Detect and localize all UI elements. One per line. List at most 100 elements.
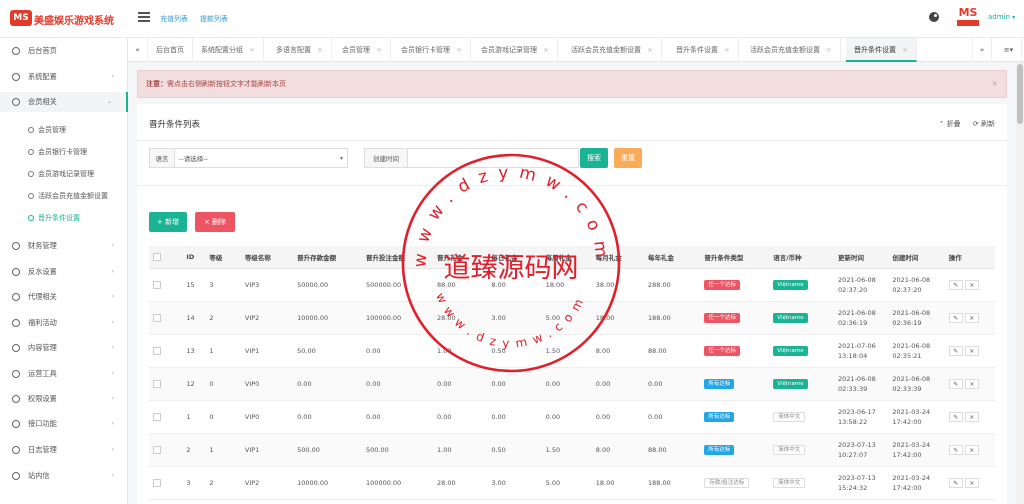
delete-icon[interactable]: × [964, 378, 979, 389]
table-row[interactable]: 14 2 VIP2 10000.00 100000.00 28.00 3.00 5.00 18.… [149, 301, 995, 335]
tab-promotion[interactable]: 晋升条件设置 × [668, 38, 739, 62]
checkbox[interactable] [153, 379, 161, 388]
sidebar-item-operations[interactable]: 运营工具 › [0, 364, 128, 384]
table-row[interactable]: 3 2 VIP2 10000.00 100000.00 28.00 3.00 5.00 18.0… [149, 466, 995, 500]
sidebar-item-home[interactable]: 后台首页 [0, 41, 128, 61]
delete-icon[interactable]: × [964, 411, 979, 422]
sidebar-subitem-promotion[interactable]: 晋升条件设置 [0, 209, 128, 227]
close-icon[interactable]: × [249, 46, 255, 54]
sidebar-item-members[interactable]: 会员相关 ⌄ [0, 92, 128, 112]
sidebar-item-welfare[interactable]: 福利活动 › [0, 313, 128, 333]
sidebar-item-logs[interactable]: 日志管理 › [0, 440, 128, 460]
reset-button[interactable]: 重置 [614, 148, 642, 168]
checkbox[interactable] [153, 280, 161, 289]
checkbox[interactable] [153, 445, 161, 454]
delete-icon[interactable]: × [964, 477, 979, 488]
withdraw-list-link[interactable]: 提款列表 [200, 14, 228, 24]
sidebar-item-rebate[interactable]: 反水设置 › [0, 262, 128, 282]
add-button[interactable]: + 新增 [149, 212, 187, 232]
edit-icon[interactable]: ✎ [948, 378, 963, 389]
edit-icon[interactable]: ✎ [948, 345, 963, 356]
refresh-button[interactable]: ⟳ 刷新 [973, 120, 995, 128]
sidebar-item-agent[interactable]: 代理相关 › [0, 287, 128, 307]
checkbox[interactable] [153, 478, 161, 487]
delete-icon[interactable]: × [964, 279, 979, 290]
edit-icon[interactable]: ✎ [948, 411, 963, 422]
page-scrollbar[interactable] [1016, 62, 1024, 504]
tab-home[interactable]: 后台首页 [148, 38, 193, 62]
table-row[interactable]: 12 0 VIP0 0.00 0.00 0.00 0.00 0.00 0.00 0.00 所有达标 V… [149, 367, 995, 401]
sidebar-item-finance[interactable]: 财务管理 › [0, 236, 128, 256]
edit-icon[interactable]: ✎ [948, 477, 963, 488]
cell-level: 0 [205, 367, 241, 401]
tab-member-manage[interactable]: 会员管理 × [334, 38, 391, 62]
sidebar-subitem-game-records[interactable]: 会员游戏记录管理 [0, 165, 128, 183]
table-row[interactable]: 2 1 VIP1 500.00 500.00 1.00 0.50 1.50 8.00 88.00 所… [149, 433, 995, 467]
close-icon[interactable]: × [543, 46, 549, 54]
close-icon[interactable]: × [902, 46, 908, 54]
tab-promotion-active[interactable]: 晋升条件设置 × [846, 38, 917, 62]
sidebar-item-content[interactable]: 内容管理 › [0, 338, 128, 358]
sidebar-subitem-member-manage[interactable]: 会员管理 [0, 121, 128, 139]
tab-game-records[interactable]: 会员游戏记录管理 × [473, 38, 558, 62]
close-icon[interactable]: × [317, 46, 323, 54]
row-checkbox-cell[interactable] [149, 433, 183, 467]
tabs-scroll-left-icon[interactable]: « [128, 38, 148, 62]
search-button[interactable]: 搜索 [580, 148, 608, 168]
theme-palette-icon[interactable] [929, 12, 939, 22]
edit-icon[interactable]: ✎ [948, 312, 963, 323]
tab-active-recharge-2[interactable]: 活跃会员充值金额设置 × [742, 38, 841, 62]
close-icon[interactable]: × [376, 46, 382, 54]
tab-member-bank-cards[interactable]: 会员银行卡管理 × [393, 38, 471, 62]
tab-language-config[interactable]: 多语言配置 × [268, 38, 332, 62]
close-icon[interactable]: × [724, 46, 730, 54]
sidebar-item-label: 福利活动 [28, 318, 57, 327]
row-checkbox-cell[interactable] [149, 268, 183, 302]
checkbox[interactable] [153, 313, 161, 322]
tab-active-recharge[interactable]: 活跃会员充值金额设置 × [563, 38, 662, 62]
edit-icon[interactable]: ✎ [948, 444, 963, 455]
delete-icon[interactable]: × [964, 345, 979, 356]
sidebar-subitem-bank-cards[interactable]: 会员银行卡管理 [0, 143, 128, 161]
language-select[interactable]: --请选择-- ▾ [174, 148, 348, 168]
table-row[interactable]: 1 0 VIP0 0.00 0.00 0.00 0.00 0.00 0.00 0.00 所有达标 简体… [149, 400, 995, 434]
row-checkbox-cell[interactable] [149, 301, 183, 335]
delete-icon[interactable]: × [964, 312, 979, 323]
close-icon[interactable]: × [826, 46, 832, 54]
close-icon[interactable]: × [647, 46, 653, 54]
row-checkbox-cell[interactable] [149, 400, 183, 434]
edit-icon[interactable]: ✎ [948, 279, 963, 290]
scrollbar-thumb[interactable] [1017, 64, 1023, 124]
delete-icon[interactable]: × [964, 444, 979, 455]
condition-badge: 所有达标 [704, 445, 735, 455]
sidebar-item-messages[interactable]: 站内信 › [0, 466, 128, 486]
created-time-input[interactable] [407, 148, 579, 168]
app-logo[interactable]: MS 美盛娱乐游戏系统 [8, 8, 128, 30]
col-level-name: 等级名称 [240, 246, 294, 269]
row-checkbox-cell[interactable] [149, 466, 183, 500]
row-checkbox-cell[interactable] [149, 334, 183, 368]
tab-system-config-group[interactable]: 系统配置分组 × [193, 38, 264, 62]
sidebar-item-system-config[interactable]: 系统配置 › [0, 67, 128, 87]
sidebar-item-permissions[interactable]: 权限设置 › [0, 389, 128, 409]
select-all-checkbox[interactable] [149, 246, 183, 269]
checkbox[interactable] [153, 252, 161, 261]
recharge-list-link[interactable]: 充值列表 [160, 14, 188, 24]
delete-button[interactable]: × 删除 [195, 212, 235, 232]
close-icon[interactable]: × [456, 46, 462, 54]
user-menu[interactable]: admin ▾ [988, 13, 1015, 21]
tabs-menu-icon[interactable]: ≡▾ [996, 38, 1022, 62]
tabs-scroll-right-icon[interactable]: » [972, 38, 992, 62]
sidebar-subitem-active-recharge[interactable]: 活跃会员充值金额设置 [0, 187, 128, 205]
collapse-button[interactable]: ⌃ 折叠 [939, 120, 961, 128]
close-icon[interactable]: × [991, 71, 998, 97]
table-row[interactable]: 15 3 VIP3 50000.00 500000.00 88.00 8.00 18.00 38… [149, 268, 995, 302]
avatar[interactable]: MS [955, 6, 981, 28]
sidebar-item-interfaces[interactable]: 接口功能 › [0, 414, 128, 434]
checkbox[interactable] [153, 412, 161, 421]
table-row[interactable]: 13 1 VIP1 50.00 0.00 1.00 0.50 1.50 8.00 88.00 任一个… [149, 334, 995, 368]
row-checkbox-cell[interactable] [149, 367, 183, 401]
menu-toggle-icon[interactable] [138, 12, 150, 22]
tab-label: 系统配置分组 [201, 46, 243, 54]
checkbox[interactable] [153, 346, 161, 355]
